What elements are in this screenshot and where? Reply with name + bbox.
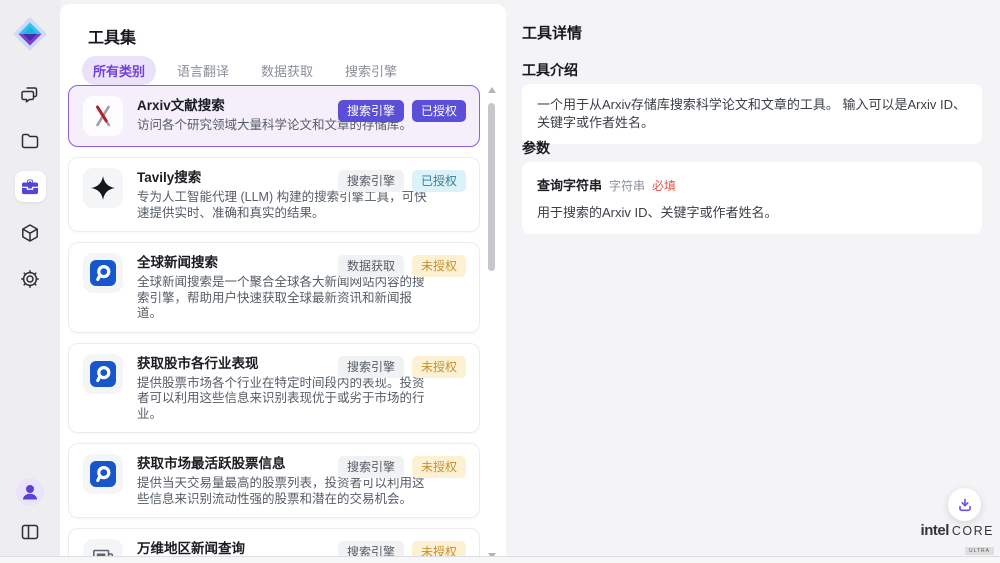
badge-搜索引擎: 搜索引擎 bbox=[338, 356, 404, 378]
category-tab-1[interactable]: 语言翻译 bbox=[166, 56, 240, 85]
tool-badges: 搜索引擎已授权 bbox=[338, 170, 466, 192]
tool-card[interactable]: Arxiv文献搜索 访问各个研究领域大量科学论文和文章的存储库。 搜索引擎已授权 bbox=[68, 85, 480, 147]
tool-card[interactable]: Tavily搜索 专为人工智能代理 (LLM) 构建的搜索引擎工具，可快速提供实… bbox=[68, 157, 480, 232]
download-icon bbox=[955, 495, 975, 515]
badge-搜索引擎: 搜索引擎 bbox=[338, 456, 404, 478]
sidebar-item-settings[interactable] bbox=[15, 263, 46, 294]
sidebar-item-toolbox[interactable] bbox=[15, 171, 46, 202]
list-scrollbar bbox=[487, 85, 497, 561]
tool-badges: 数据获取未授权 bbox=[338, 255, 466, 277]
arxiv-icon bbox=[83, 96, 123, 136]
tool-badges: 搜索引擎未授权 bbox=[338, 456, 466, 478]
tool-badges: 搜索引擎已授权 bbox=[338, 100, 466, 122]
tool-description: 提供当天交易量最高的股票列表，投资者可以利用这些信息来识别流动性强的股票和潜在的… bbox=[137, 476, 429, 507]
tool-description: 全球新闻搜索是一个聚合全球各大新闻网站内容的搜索引擎，帮助用户快速获取全球最新资… bbox=[137, 275, 429, 322]
download-button[interactable] bbox=[948, 488, 981, 521]
sidebar-item-packages[interactable] bbox=[15, 217, 46, 248]
tool-list: Arxiv文献搜索 访问各个研究领域大量科学论文和文章的存储库。 搜索引擎已授权… bbox=[68, 85, 480, 563]
toolset-title: 工具集 bbox=[88, 24, 136, 48]
intro-card: 一个用于从Arxiv存储库搜索科学论文和文章的工具。 输入可以是Arxiv ID… bbox=[522, 84, 982, 144]
tool-detail-panel: 工具详情 工具介绍 一个用于从Arxiv存储库搜索科学论文和文章的工具。 输入可… bbox=[506, 0, 1000, 563]
scroll-up-arrow[interactable] bbox=[488, 87, 496, 93]
sidebar-nav bbox=[15, 79, 46, 294]
app-logo-icon bbox=[11, 15, 49, 53]
params-heading: 参数 bbox=[522, 138, 550, 158]
param-name: 查询字符串 bbox=[537, 175, 602, 194]
intro-text: 一个用于从Arxiv存储库搜索科学论文和文章的工具。 输入可以是Arxiv ID… bbox=[537, 97, 966, 130]
sidebar-item-chat[interactable] bbox=[15, 79, 46, 110]
search-blue-icon bbox=[83, 454, 123, 494]
param-card: 查询字符串 字符串 必填 用于搜索的Arxiv ID、关键字或作者姓名。 bbox=[522, 162, 982, 234]
intro-heading: 工具介绍 bbox=[522, 60, 578, 80]
tool-card[interactable]: 获取股市各行业表现 提供股票市场各个行业在特定时间段内的表现。投资者可以利用这些… bbox=[68, 343, 480, 434]
param-head: 查询字符串 字符串 必填 bbox=[537, 175, 967, 194]
badge-搜索引擎: 搜索引擎 bbox=[338, 170, 404, 192]
toolset-panel: 工具集 所有类别语言翻译数据获取搜索引擎 Arxiv文献搜索 访问各个研究领域大… bbox=[60, 4, 506, 563]
category-tab-0[interactable]: 所有类别 bbox=[82, 56, 156, 85]
category-tab-3[interactable]: 搜索引擎 bbox=[334, 56, 408, 85]
badge-未授权: 未授权 bbox=[412, 255, 466, 277]
badge-搜索引擎: 搜索引擎 bbox=[338, 100, 404, 122]
badge-已授权: 已授权 bbox=[412, 170, 466, 192]
sidebar bbox=[0, 0, 60, 563]
window-bottom-strip bbox=[0, 557, 1000, 563]
scrollbar-thumb[interactable] bbox=[488, 103, 495, 271]
intel-wordmark: intel bbox=[921, 522, 949, 539]
tool-badges: 搜索引擎未授权 bbox=[338, 356, 466, 378]
category-tabs: 所有类别语言翻译数据获取搜索引擎 bbox=[82, 56, 408, 85]
badge-数据获取: 数据获取 bbox=[338, 255, 404, 277]
sidebar-item-files[interactable] bbox=[15, 125, 46, 156]
ultra-badge: ULTRA bbox=[965, 547, 994, 555]
param-required-badge: 必填 bbox=[652, 177, 676, 194]
tool-card[interactable]: 全球新闻搜索 全球新闻搜索是一个聚合全球各大新闻网站内容的搜索引擎，帮助用户快速… bbox=[68, 242, 480, 333]
search-blue-icon bbox=[83, 354, 123, 394]
detail-title: 工具详情 bbox=[522, 22, 582, 43]
badge-未授权: 未授权 bbox=[412, 456, 466, 478]
badge-未授权: 未授权 bbox=[412, 356, 466, 378]
collapse-panel-icon[interactable] bbox=[15, 516, 46, 547]
tool-description: 提供股票市场各个行业在特定时间段内的表现。投资者可以利用这些信息来识别表现优于或… bbox=[137, 376, 429, 423]
tavily-icon bbox=[83, 168, 123, 208]
param-type: 字符串 bbox=[609, 177, 645, 194]
badge-已授权: 已授权 bbox=[412, 100, 466, 122]
tool-description: 专为人工智能代理 (LLM) 构建的搜索引擎工具，可快速提供实时、准确和真实的结… bbox=[137, 190, 429, 221]
tool-card[interactable]: 获取市场最活跃股票信息 提供当天交易量最高的股票列表，投资者可以利用这些信息来识… bbox=[68, 443, 480, 518]
param-description: 用于搜索的Arxiv ID、关键字或作者姓名。 bbox=[537, 202, 967, 221]
sidebar-bottom bbox=[15, 478, 46, 547]
category-tab-2[interactable]: 数据获取 bbox=[250, 56, 324, 85]
intel-core-logo: intel CORE ULTRA bbox=[926, 522, 994, 557]
search-blue-icon bbox=[83, 253, 123, 293]
user-avatar[interactable] bbox=[16, 478, 44, 506]
core-wordmark: CORE bbox=[952, 524, 994, 538]
